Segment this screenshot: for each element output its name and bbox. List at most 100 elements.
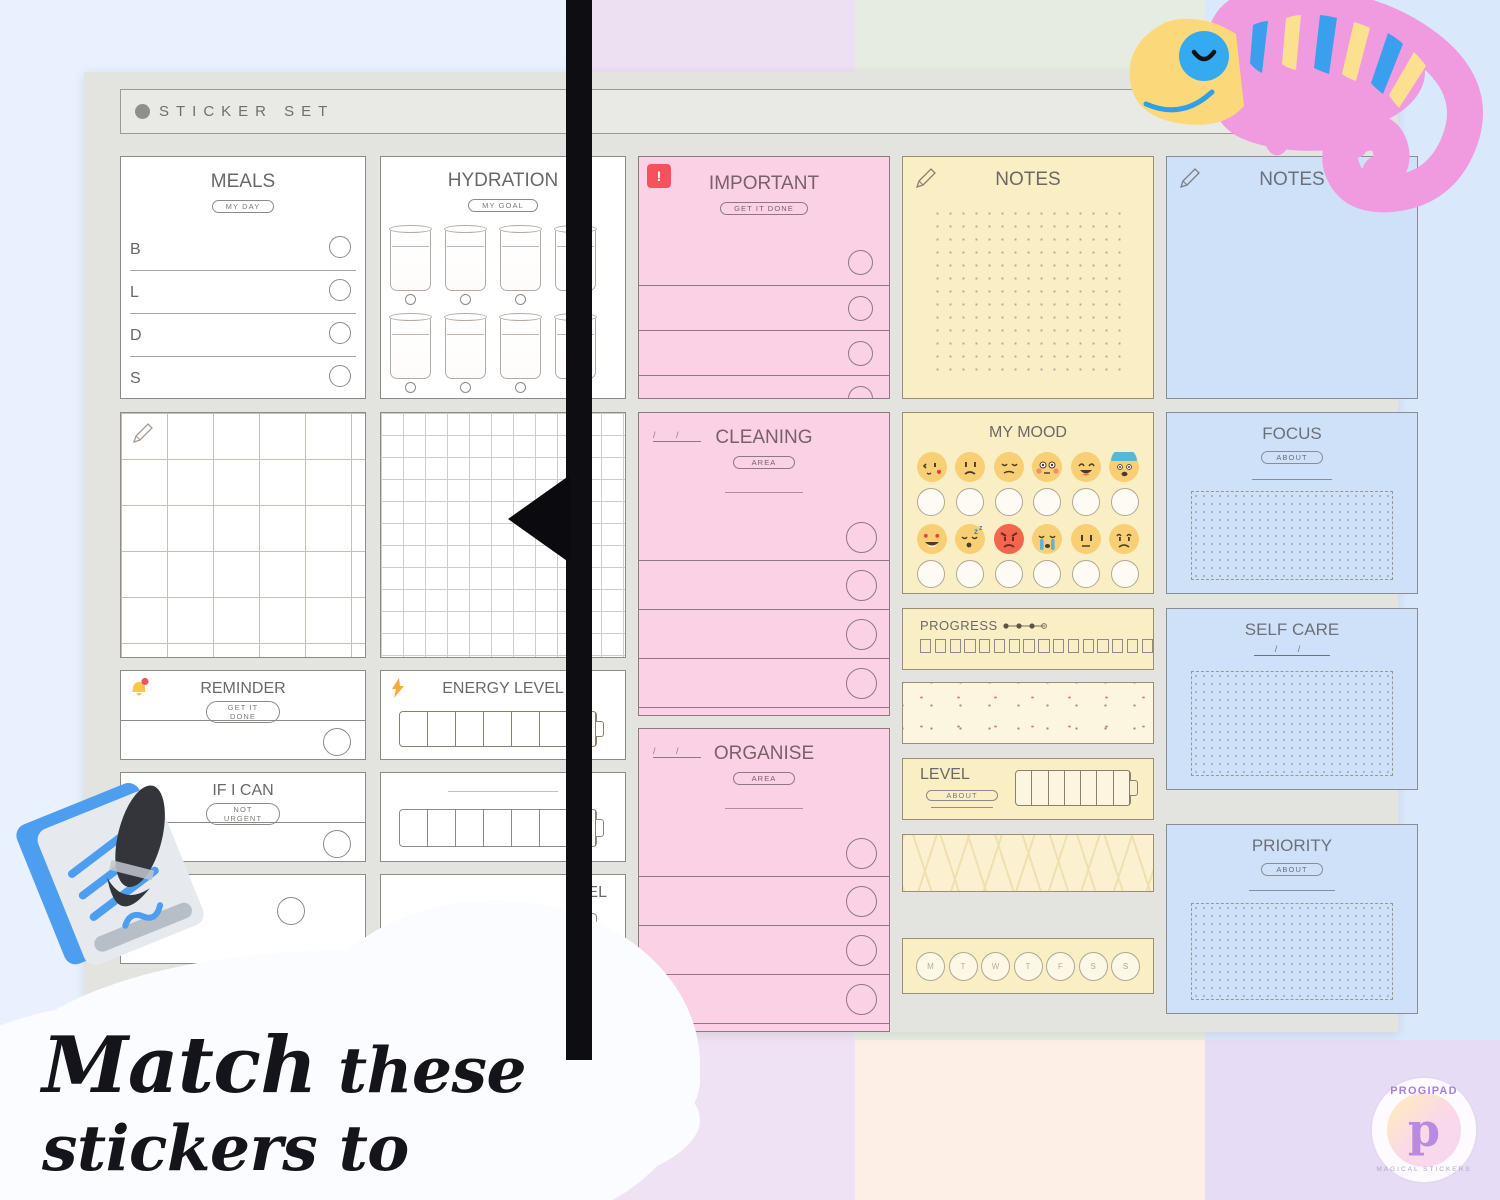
organise-checkbox[interactable] <box>846 984 877 1015</box>
progress-square[interactable] <box>1141 639 1153 653</box>
battery-segment[interactable] <box>400 712 428 746</box>
battery-segment[interactable] <box>400 810 428 846</box>
card-grid-dotted[interactable] <box>120 412 366 658</box>
reminder-checkbox[interactable] <box>323 728 351 756</box>
battery-segment[interactable] <box>1097 771 1114 805</box>
crying-emoji[interactable] <box>1032 524 1063 554</box>
glass-cell[interactable] <box>389 313 432 393</box>
glass-cell[interactable] <box>389 225 432 305</box>
glass-cell[interactable] <box>499 225 542 305</box>
progress-square[interactable] <box>979 639 991 653</box>
meal-checkbox[interactable] <box>329 236 351 258</box>
mood-checkbox[interactable] <box>1033 488 1062 516</box>
worried-emoji[interactable] <box>1108 524 1139 554</box>
neutral-emoji[interactable] <box>1070 524 1101 554</box>
day-circle[interactable]: S <box>1078 952 1108 981</box>
shocked-cold-emoji[interactable] <box>1108 448 1139 482</box>
glass-checkbox[interactable] <box>405 294 416 305</box>
meal-row[interactable]: B <box>121 228 365 271</box>
notes-dot-area[interactable] <box>931 207 1125 380</box>
battery-segment[interactable] <box>1114 771 1130 805</box>
battery-segment[interactable] <box>1016 771 1033 805</box>
battery-segment[interactable] <box>1081 771 1098 805</box>
important-checkbox[interactable] <box>848 296 873 321</box>
battery-segment[interactable] <box>456 712 484 746</box>
progress-square[interactable] <box>1082 639 1094 653</box>
meal-row[interactable]: L <box>121 271 365 314</box>
progress-square[interactable] <box>1112 639 1124 653</box>
partial-checkbox[interactable] <box>277 897 305 925</box>
important-row[interactable] <box>639 285 889 330</box>
day-circle[interactable]: T <box>1013 952 1043 981</box>
mood-checkbox[interactable] <box>1110 560 1139 588</box>
mood-checkbox[interactable] <box>917 560 945 588</box>
organise-row[interactable] <box>639 925 889 974</box>
progress-square[interactable] <box>1038 639 1050 653</box>
battery-segment[interactable] <box>484 712 512 746</box>
angry-emoji[interactable] <box>993 524 1024 554</box>
card-my-mood[interactable]: MY MOOD zz <box>902 412 1154 594</box>
mood-checkbox[interactable] <box>917 488 945 516</box>
day-circle[interactable]: S <box>1111 952 1140 981</box>
day-circle[interactable]: F <box>1046 952 1075 981</box>
progress-square[interactable] <box>1053 639 1065 653</box>
cleaning-checkbox[interactable] <box>846 570 877 601</box>
flushed-emoji[interactable] <box>1032 452 1063 482</box>
if-i-can-checkbox[interactable] <box>323 830 351 858</box>
meal-checkbox[interactable] <box>329 365 351 387</box>
card-cleaning[interactable]: / / CLEANING AREA <box>638 412 890 716</box>
glass-checkbox[interactable] <box>460 294 471 305</box>
glass-cell[interactable] <box>444 225 487 305</box>
progress-square[interactable] <box>949 639 961 653</box>
battery-segment[interactable] <box>428 810 456 846</box>
mood-checkbox[interactable] <box>994 488 1023 516</box>
mood-checkbox[interactable] <box>955 488 984 516</box>
cleaning-row[interactable] <box>639 707 889 715</box>
battery-segment[interactable] <box>484 810 512 846</box>
glass-checkbox[interactable] <box>515 294 526 305</box>
battery-segment[interactable] <box>428 712 456 746</box>
cleaning-checkbox[interactable] <box>846 619 877 650</box>
mood-checkbox[interactable] <box>955 560 984 588</box>
cleaning-row[interactable] <box>639 515 889 560</box>
progress-square[interactable] <box>1008 639 1020 653</box>
meal-checkbox[interactable] <box>329 322 351 344</box>
frown-emoji[interactable] <box>955 452 986 482</box>
cleaning-checkbox[interactable] <box>846 668 877 699</box>
meal-row[interactable]: S <box>121 357 365 400</box>
organise-row[interactable] <box>639 876 889 925</box>
cleaning-checkbox[interactable] <box>846 522 877 553</box>
battery-segment[interactable] <box>512 712 540 746</box>
glass-cell[interactable] <box>444 313 487 393</box>
glass-checkbox[interactable] <box>515 382 526 393</box>
mood-checkbox[interactable] <box>1072 560 1101 588</box>
cleaning-row[interactable] <box>639 658 889 707</box>
battery-segment[interactable] <box>1049 771 1065 805</box>
important-row[interactable] <box>639 240 889 285</box>
progress-square[interactable] <box>934 639 947 653</box>
card-texture-ticks[interactable] <box>902 834 1154 892</box>
important-row[interactable] <box>639 375 889 398</box>
progress-square[interactable] <box>964 639 976 653</box>
important-row[interactable] <box>639 330 889 375</box>
heart-eyes-emoji[interactable] <box>917 524 947 554</box>
organise-checkbox[interactable] <box>846 838 877 869</box>
battery-segment[interactable] <box>540 810 568 846</box>
meal-row[interactable]: D <box>121 314 365 357</box>
battery-segment[interactable] <box>512 810 540 846</box>
organise-checkbox[interactable] <box>846 886 877 917</box>
mood-checkbox[interactable] <box>1033 560 1062 588</box>
progress-square[interactable] <box>1023 639 1035 653</box>
kiss-heart-emoji[interactable] <box>917 452 947 482</box>
progress-square[interactable] <box>993 639 1006 653</box>
mood-checkbox[interactable] <box>1110 488 1139 516</box>
card-meals[interactable]: MEALS MY DAY B L D S <box>120 156 366 399</box>
self-care-write-area[interactable] <box>1191 671 1393 776</box>
day-circle[interactable]: T <box>948 952 978 981</box>
card-days[interactable]: M T W T F S S <box>902 938 1154 994</box>
day-circle[interactable]: M <box>916 952 945 981</box>
important-checkbox[interactable] <box>848 341 873 366</box>
important-checkbox[interactable] <box>848 250 873 275</box>
organise-checkbox[interactable] <box>846 935 877 966</box>
mood-checkbox[interactable] <box>1072 488 1101 516</box>
